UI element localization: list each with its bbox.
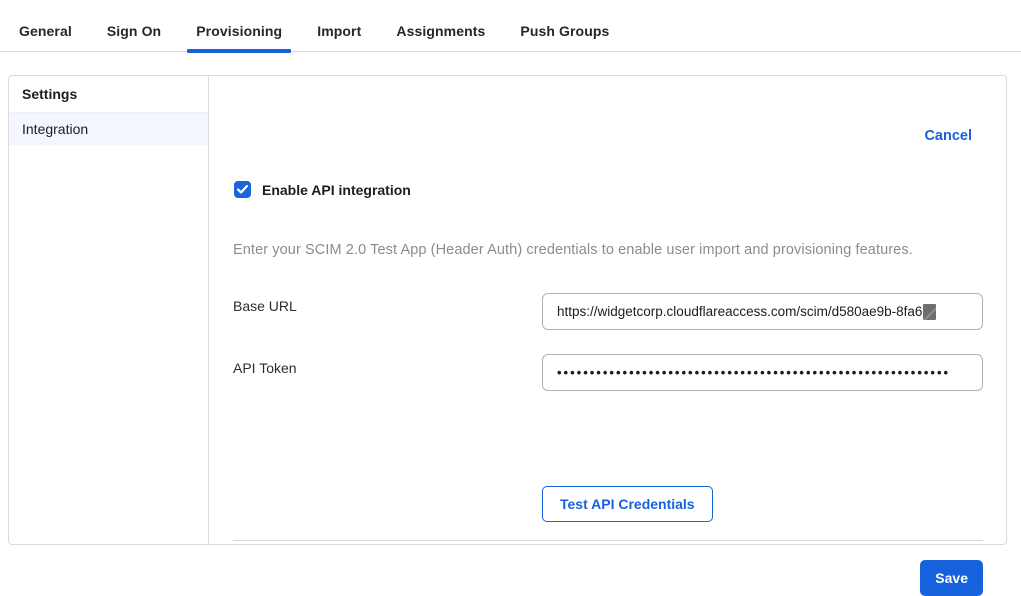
tab-push-groups[interactable]: Push Groups	[511, 0, 618, 51]
api-token-label: API Token	[233, 360, 297, 376]
credentials-description: Enter your SCIM 2.0 Test App (Header Aut…	[233, 242, 982, 258]
footer-divider	[233, 540, 983, 541]
provisioning-panel: Settings Integration Cancel Enable API i…	[8, 75, 1007, 545]
check-icon	[237, 185, 248, 194]
base-url-input[interactable]: https://widgetcorp.cloudflareaccess.com/…	[542, 293, 983, 330]
api-token-masked-value: ••••••••••••••••••••••••••••••••••••••••…	[557, 365, 950, 380]
sidebar-item-integration[interactable]: Integration	[9, 113, 208, 145]
enable-api-integration-label: Enable API integration	[262, 182, 411, 198]
sidebar-header-settings: Settings	[9, 76, 208, 113]
text-cursor-block-icon	[923, 304, 936, 320]
tab-import[interactable]: Import	[308, 0, 370, 51]
tab-assignments[interactable]: Assignments	[387, 0, 494, 51]
test-api-credentials-button[interactable]: Test API Credentials	[542, 486, 713, 522]
cancel-link[interactable]: Cancel	[924, 128, 972, 144]
base-url-label: Base URL	[233, 298, 297, 314]
tab-provisioning[interactable]: Provisioning	[187, 0, 291, 51]
sidebar-item-label: Integration	[22, 121, 88, 137]
enable-api-integration-checkbox[interactable]	[234, 181, 251, 198]
tab-sign-on[interactable]: Sign On	[98, 0, 170, 51]
integration-form: Cancel Enable API integration Enter your…	[209, 76, 1006, 544]
base-url-value: https://widgetcorp.cloudflareaccess.com/…	[557, 304, 922, 319]
app-tab-bar: General Sign On Provisioning Import Assi…	[0, 0, 1021, 52]
save-button[interactable]: Save	[920, 560, 983, 596]
api-token-input[interactable]: ••••••••••••••••••••••••••••••••••••••••…	[542, 354, 983, 391]
tab-general[interactable]: General	[10, 0, 81, 51]
enable-api-integration-row: Enable API integration	[234, 181, 411, 198]
settings-sidebar: Settings Integration	[9, 76, 209, 544]
